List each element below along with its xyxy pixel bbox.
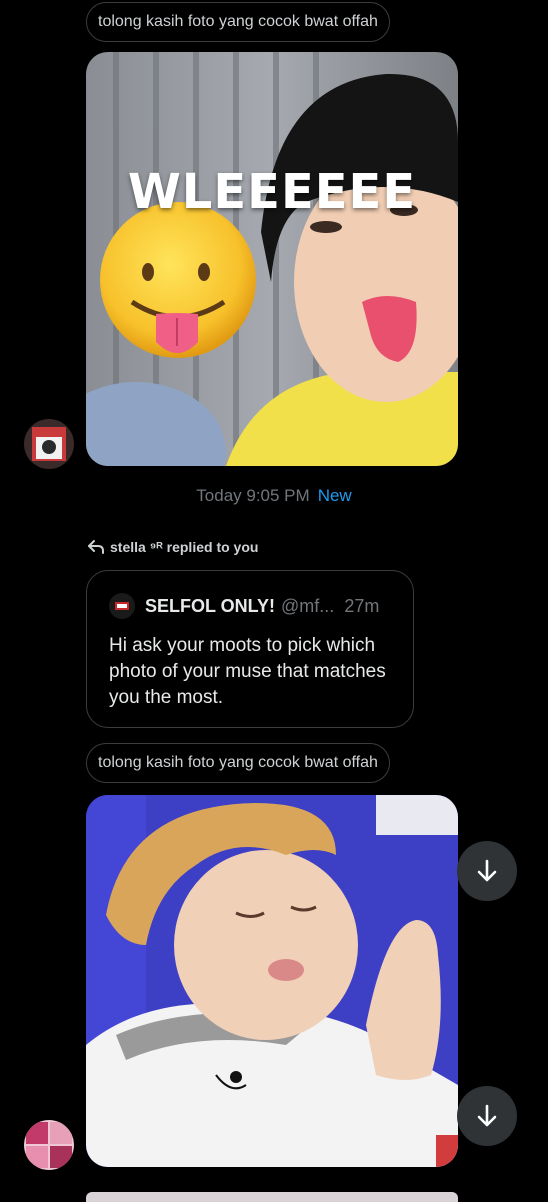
reply-arrow-icon [88,540,104,554]
quoted-post-text: Hi ask your moots to pick which photo of… [109,635,386,708]
arrow-down-icon [477,859,497,882]
quoted-author-name: SELFOL ONLY! [145,595,276,616]
quoted-post-card[interactable]: SELFOL ONLY! @mf... 27m Hi ask your moot… [86,570,414,728]
reply-text: stella ⁹ᴿ replied to you [110,539,259,555]
image-overlay-text: WLEEEEEE [127,164,417,220]
arrow-down-icon [477,1104,497,1127]
caption-text: tolong kasih foto yang cocok bwat offah [98,754,378,771]
quoted-post-time: 27m [344,595,380,616]
quoted-author-avatar [109,593,135,619]
avatar-image [24,1120,74,1170]
sender-avatar[interactable] [24,419,74,469]
message-timestamp: Today 9:05 PM New [0,486,548,506]
quoted-post-header: SELFOL ONLY! @mf... 27m [109,593,391,619]
scroll-to-bottom-button[interactable] [457,841,517,901]
message-image[interactable] [86,795,458,1167]
new-badge: New [317,486,352,505]
sender-avatar[interactable] [24,1120,74,1170]
quoted-author-handle: @mf... [281,595,335,616]
message-image[interactable]: WLEEEEEE [86,52,458,466]
caption-text: tolong kasih foto yang cocok bwat offah [98,13,378,30]
reply-indicator: stella ⁹ᴿ replied to you [86,538,258,556]
avatar-image [24,419,74,469]
scroll-to-bottom-button[interactable] [457,1086,517,1146]
timestamp-text: Today 9:05 PM [196,486,310,505]
photo-illustration [86,52,458,466]
message-caption-pill[interactable]: tolong kasih foto yang cocok bwat offah [86,743,390,783]
message-caption-pill[interactable]: tolong kasih foto yang cocok bwat offah [86,2,390,42]
photo-illustration [86,795,458,1167]
next-message-preview [86,1192,458,1202]
